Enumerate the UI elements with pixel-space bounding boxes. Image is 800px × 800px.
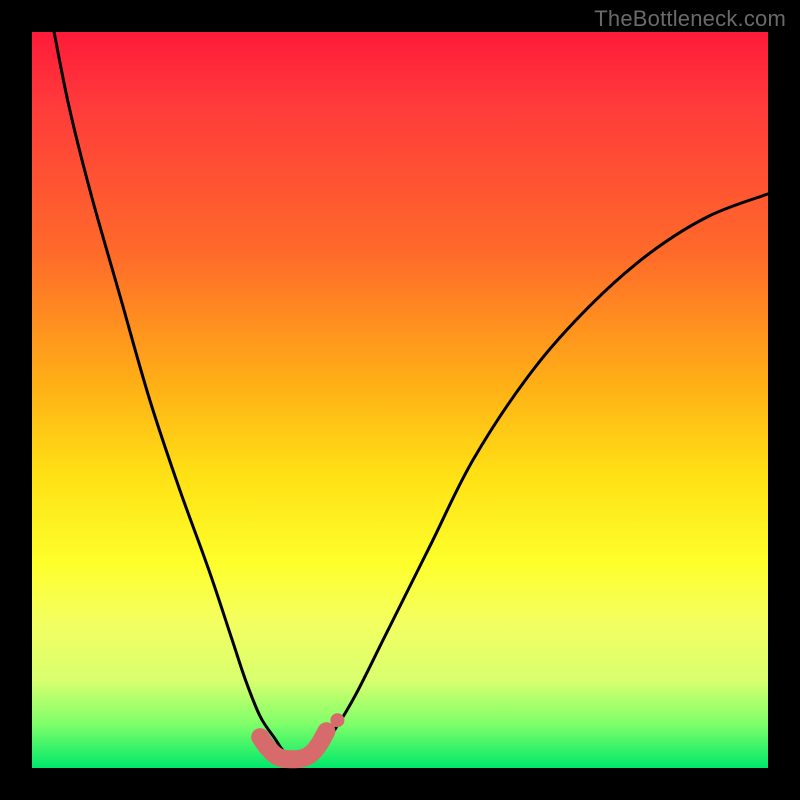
highlight-band-path (260, 731, 326, 759)
plot-area (32, 32, 768, 768)
highlight-dot (330, 713, 344, 727)
chart-frame: TheBottleneck.com (0, 0, 800, 800)
curve-svg (32, 32, 768, 768)
bottleneck-curve (54, 32, 768, 759)
watermark-text: TheBottleneck.com (594, 6, 786, 32)
